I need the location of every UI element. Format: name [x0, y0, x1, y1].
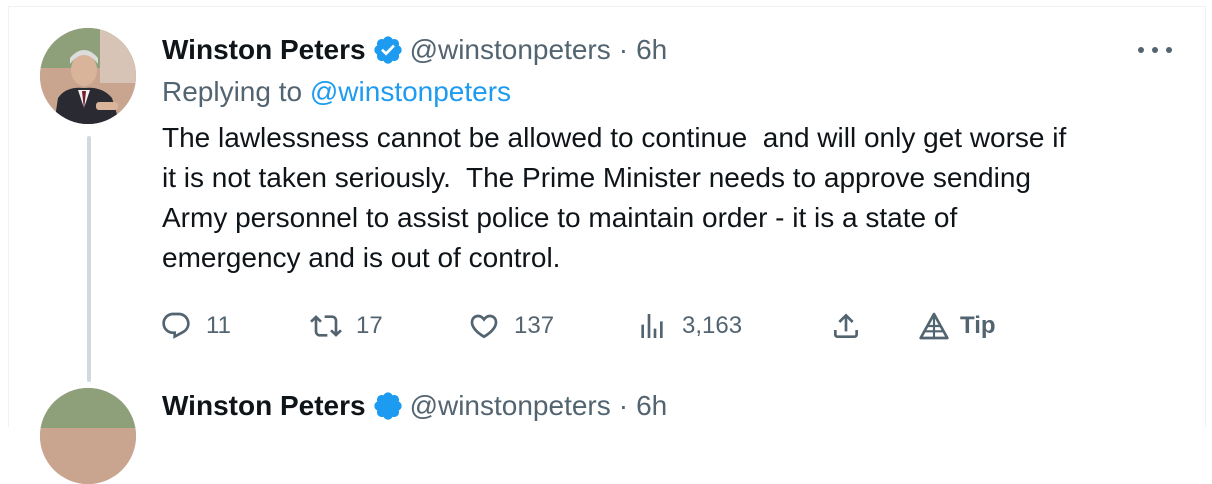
reply-icon — [162, 312, 190, 339]
tweet-body-text: The lawlessness cannot be allowed to con… — [162, 122, 1067, 273]
next-author-handle[interactable]: @winstonpeters — [410, 390, 611, 422]
share-upload-icon — [834, 313, 858, 338]
next-author-avatar[interactable] — [40, 388, 136, 484]
tweet-header: Winston Peters @winstonpeters · 6h — [162, 30, 667, 70]
views-button[interactable]: 3,163 — [636, 304, 742, 348]
like-button[interactable]: 137 — [468, 304, 554, 348]
thread-connector-line — [87, 136, 91, 382]
views-chart-icon — [641, 314, 663, 338]
reply-mention-link[interactable]: @winstonpeters — [310, 76, 511, 107]
more-dot — [1166, 47, 1172, 53]
tip-button[interactable]: Tip — [918, 304, 996, 348]
tip-jar-icon — [919, 312, 949, 340]
avatar-photo-icon — [40, 28, 136, 124]
retweet-button[interactable]: 17 — [310, 304, 383, 348]
reply-count: 11 — [206, 312, 231, 339]
share-button[interactable] — [830, 304, 862, 348]
avatar-photo-icon — [40, 388, 136, 484]
retweet-count: 17 — [356, 312, 383, 339]
more-options-icon[interactable] — [1138, 36, 1172, 64]
header-separator: · — [618, 34, 629, 65]
more-dot — [1138, 47, 1144, 53]
next-tweet-header: Winston Peters @winstonpeters · 6h — [162, 386, 667, 426]
header-separator: · — [618, 390, 629, 421]
author-avatar[interactable] — [40, 28, 136, 124]
reply-button[interactable]: 11 — [160, 304, 231, 348]
more-dot — [1152, 47, 1158, 53]
retweet-icon — [310, 315, 342, 337]
replying-to-label: Replying to — [162, 76, 310, 107]
verified-badge-icon[interactable] — [372, 390, 404, 422]
tip-label: Tip — [960, 312, 996, 339]
author-handle[interactable]: @winstonpeters — [410, 34, 611, 66]
next-author-name[interactable]: Winston Peters — [162, 390, 366, 422]
views-count: 3,163 — [682, 312, 743, 339]
author-name[interactable]: Winston Peters — [162, 34, 366, 66]
like-count: 137 — [514, 312, 555, 339]
tweet-timestamp[interactable]: 6h — [636, 34, 667, 66]
next-tweet-timestamp[interactable]: 6h — [636, 390, 667, 422]
heart-icon — [470, 314, 498, 339]
tweet-action-bar: 11 17 137 3,163 Tip — [160, 304, 1180, 348]
replying-to-line: Replying to @winstonpeters — [162, 76, 511, 108]
verified-badge-icon[interactable] — [372, 34, 404, 66]
